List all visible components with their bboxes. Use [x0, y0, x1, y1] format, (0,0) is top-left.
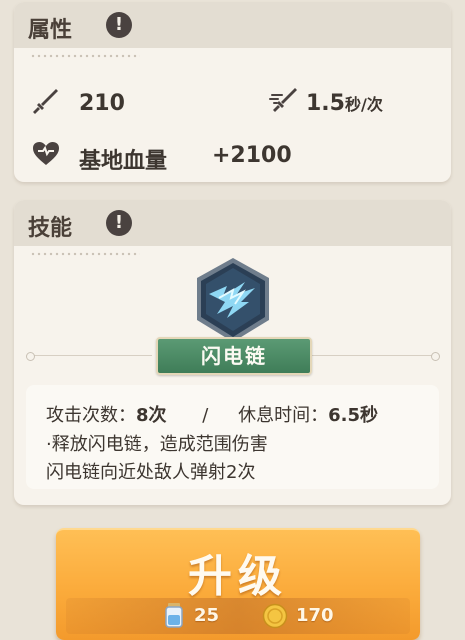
- upgrade-label: 升级: [188, 551, 288, 602]
- attack-sword-icon: [33, 89, 58, 114]
- divider-right: [312, 355, 434, 356]
- attributes-panel: 属性 ! 210 1.5秒/次 基地血量 +2100: [14, 2, 451, 182]
- divider-left: [30, 355, 152, 356]
- upgrade-material-cost: 25: [194, 605, 220, 626]
- decorative-dots: [30, 54, 140, 58]
- attributes-info-icon[interactable]: !: [106, 12, 132, 38]
- stats-separator: /: [202, 405, 209, 426]
- skill-desc-line-2: 闪电链向近处敌人弹射2次: [46, 462, 256, 483]
- skill-desc-line-1: ·释放闪电链，造成范围伤害: [46, 434, 268, 455]
- skill-stats-line: 攻击次数：8次 / 休息时间：6.5秒: [46, 401, 378, 427]
- rest-value: 6.5秒: [328, 405, 378, 426]
- skill-name: 闪电链: [156, 337, 312, 375]
- upgrade-button[interactable]: 升级 25 170: [56, 528, 420, 640]
- attack-speed-value: 1.5秒/次: [306, 91, 383, 116]
- attributes-title: 属性: [28, 18, 73, 43]
- upgrade-cost-bar: 25 170: [66, 598, 410, 634]
- rest-label: 休息时间：: [238, 405, 329, 426]
- attack-speed-unit: 秒/次: [344, 95, 383, 114]
- upgrade-coin-cost: 170: [296, 605, 334, 626]
- skill-title: 技能: [28, 216, 73, 241]
- upgrade-material-icon: [165, 603, 183, 628]
- base-hp-value: +2100: [212, 143, 292, 168]
- attributes-header: [14, 2, 451, 48]
- divider-dot-right: [431, 352, 440, 361]
- heart-icon: [33, 142, 59, 165]
- divider-dot-left: [26, 352, 35, 361]
- decorative-dots: [30, 252, 140, 256]
- skill-header: [14, 200, 451, 246]
- hits-label: 攻击次数：: [46, 405, 136, 426]
- attack-value: 210: [79, 91, 125, 116]
- skill-info-icon[interactable]: !: [106, 210, 132, 236]
- lightning-chain-skill-icon[interactable]: [189, 256, 277, 344]
- attack-speed-number: 1.5: [306, 91, 345, 116]
- base-hp-label: 基地血量: [79, 149, 168, 174]
- skill-description-box: 攻击次数：8次 / 休息时间：6.5秒 ·释放闪电链，造成范围伤害 闪电链向近处…: [26, 385, 439, 489]
- gold-coin-icon: [262, 603, 288, 629]
- hits-value: 8次: [136, 405, 167, 426]
- attack-speed-icon: [269, 88, 297, 112]
